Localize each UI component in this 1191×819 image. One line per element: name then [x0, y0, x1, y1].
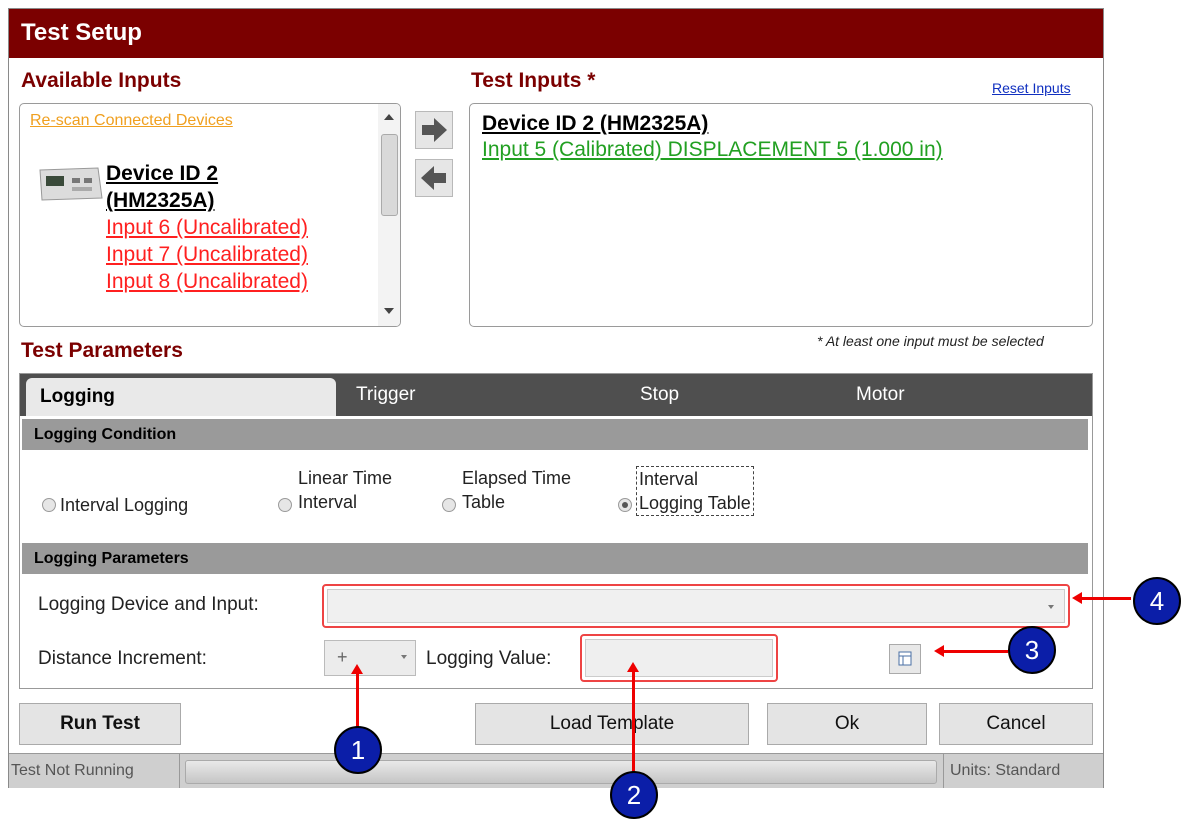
run-test-button[interactable]: Run Test [19, 703, 181, 745]
load-template-button[interactable]: Load Template [475, 703, 749, 745]
logging-value-highlight [580, 634, 778, 682]
annotation-3: 3 [1008, 626, 1056, 674]
distance-increment-value: + [337, 647, 348, 667]
distance-increment-select[interactable]: + [324, 640, 416, 676]
remove-input-button[interactable] [415, 159, 453, 197]
scroll-up-icon[interactable] [384, 114, 394, 120]
available-inputs-list[interactable]: Re-scan Connected Devices Device ID 2 (H… [19, 103, 401, 327]
tab-stop[interactable]: Stop [640, 374, 679, 416]
tab-logging[interactable]: Logging [26, 378, 336, 416]
title-bar: Test Setup [9, 9, 1103, 58]
status-bar: Test Not Running Units: Standard [9, 753, 1103, 788]
available-input-6[interactable]: Input 6 (Uncalibrated) [106, 214, 308, 241]
annotation-2-arrow [632, 670, 635, 774]
annotation-4-arrow [1079, 597, 1131, 600]
linear-time-interval-line1: Linear Time [298, 468, 393, 488]
arrowhead-up-icon [627, 662, 639, 672]
device-icon [39, 167, 103, 201]
test-inputs-heading: Test Inputs * [471, 69, 596, 92]
annotation-4: 4 [1133, 577, 1181, 625]
status-progress [185, 760, 937, 784]
test-parameters-panel: Logging Trigger Stop Motor Logging Condi… [19, 373, 1093, 689]
radio-linear-time-interval[interactable] [278, 498, 292, 512]
parameter-tabs: Logging Trigger Stop Motor [20, 374, 1092, 416]
linear-time-interval-label[interactable]: Linear Time Interval [298, 466, 392, 514]
annotation-1: 1 [334, 726, 382, 774]
annotation-3-arrow [942, 650, 1008, 653]
available-device-name-line2: (HM2325A) [106, 189, 215, 212]
available-input-8[interactable]: Input 8 (Uncalibrated) [106, 268, 308, 295]
elapsed-time-table-line1: Elapsed Time [462, 468, 572, 488]
arrowhead-up-icon [351, 664, 363, 674]
available-inputs-scrollbar[interactable] [378, 104, 400, 326]
logging-condition-header: Logging Condition [22, 418, 1088, 450]
arrow-right-icon [422, 118, 447, 142]
logging-parameters-header: Logging Parameters [22, 542, 1088, 574]
test-device-name[interactable]: Device ID 2 (HM2325A) [482, 110, 708, 137]
interval-logging-label[interactable]: Interval Logging [60, 493, 188, 517]
table-icon [898, 651, 912, 666]
logging-tab-content: Logging Condition Interval Logging Linea… [22, 416, 1088, 684]
radio-interval-logging-table[interactable] [618, 498, 632, 512]
logging-device-input-select[interactable] [327, 589, 1065, 623]
radio-interval-logging[interactable] [42, 498, 56, 512]
test-setup-window: Test Setup Available Inputs Re-scan Conn… [8, 8, 1104, 788]
interval-logging-table-line1: Interval [639, 469, 699, 489]
add-input-button[interactable] [415, 111, 453, 149]
arrowhead-left-icon [1072, 592, 1082, 604]
logging-value-label: Logging Value: [426, 648, 552, 669]
available-input-7[interactable]: Input 7 (Uncalibrated) [106, 241, 308, 268]
logging-device-input-highlight [322, 584, 1070, 628]
arrow-left-icon [421, 166, 446, 190]
input-requirement-note: * At least one input must be selected [817, 333, 1044, 349]
annotation-1-arrow [356, 672, 359, 728]
chevron-down-icon [1048, 605, 1054, 609]
available-device-name-line1: Device ID 2 [106, 162, 219, 185]
elapsed-time-table-label[interactable]: Elapsed Time Table [462, 466, 571, 514]
test-inputs-list[interactable]: Device ID 2 (HM2325A) Input 5 (Calibrate… [469, 103, 1093, 327]
tab-trigger[interactable]: Trigger [356, 374, 415, 416]
interval-logging-table-label[interactable]: Interval Logging Table [636, 466, 754, 516]
logging-value-input[interactable] [585, 639, 773, 677]
scroll-thumb[interactable] [381, 134, 398, 216]
test-input-5[interactable]: Input 5 (Calibrated) DISPLACEMENT 5 (1.0… [482, 138, 943, 162]
linear-time-interval-line2: Interval [298, 492, 358, 512]
distance-increment-label: Distance Increment: [38, 648, 207, 669]
arrowhead-left-icon [934, 645, 944, 657]
interval-logging-table-line2: Logging Table [639, 493, 751, 513]
rescan-devices-link[interactable]: Re-scan Connected Devices [30, 112, 233, 130]
annotation-2: 2 [610, 771, 658, 819]
radio-elapsed-time-table[interactable] [442, 498, 456, 512]
status-units: Units: Standard [943, 754, 1110, 788]
cancel-button[interactable]: Cancel [939, 703, 1093, 745]
elapsed-time-table-line2: Table [462, 492, 506, 512]
tab-motor[interactable]: Motor [856, 374, 905, 416]
chevron-down-icon [401, 655, 407, 659]
ok-button[interactable]: Ok [767, 703, 927, 745]
test-parameters-heading: Test Parameters [21, 339, 183, 362]
logging-device-input-label: Logging Device and Input: [38, 594, 259, 615]
window-title: Test Setup [21, 19, 142, 46]
reset-inputs-link[interactable]: Reset Inputs [992, 80, 1071, 96]
logging-table-button[interactable] [889, 644, 921, 674]
status-left: Test Not Running [9, 754, 180, 788]
available-inputs-heading: Available Inputs [21, 69, 182, 92]
available-device[interactable]: Device ID 2 (HM2325A) Input 6 (Uncalibra… [106, 160, 308, 295]
scroll-down-icon[interactable] [384, 308, 394, 314]
